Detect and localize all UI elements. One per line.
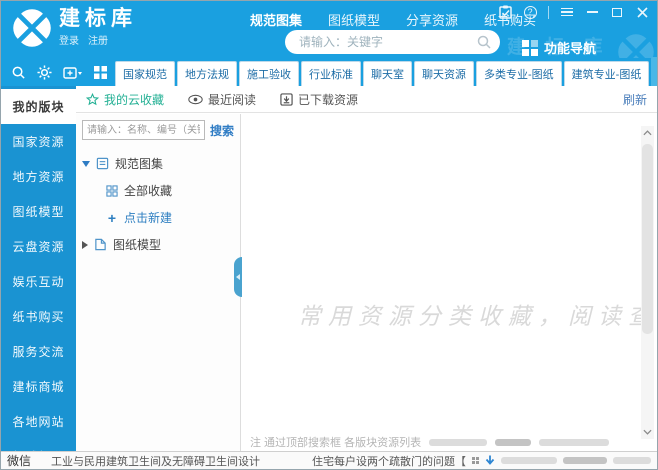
dots-grid-icon — [472, 457, 479, 464]
help-icon[interactable]: ? — [523, 5, 537, 19]
tree-node-drawing-models[interactable]: 图纸模型 — [82, 231, 234, 258]
scrollbar-thumb[interactable] — [642, 144, 653, 334]
app-window: 建标库 登录 注册 规范图集 图纸模型 分享资源 纸书购买 功能导航 — [0, 0, 658, 470]
register-link[interactable]: 注册 — [88, 32, 108, 47]
bracket-icon: 【 — [455, 455, 466, 468]
sidebar-item-local-resources[interactable]: 地方资源 — [1, 159, 76, 194]
function-nav-label: 功能导航 — [544, 41, 597, 56]
nav-share-resources[interactable]: 分享资源 — [406, 10, 458, 29]
search-tool-icon[interactable] — [11, 65, 26, 80]
tab-chat-room[interactable]: 聊天室 — [363, 61, 412, 86]
vertical-scrollbar[interactable] — [641, 126, 654, 439]
tab-grid-icon[interactable] — [94, 66, 107, 79]
content-canvas: 常用资源分类收藏，阅读查找更 注 通过顶部搜索框 各版块资源列表 — [242, 114, 657, 451]
logo-diamond-icon — [13, 8, 51, 47]
eye-icon — [188, 94, 203, 104]
tree-search-button[interactable]: 搜索 — [210, 122, 234, 139]
caret-down-icon[interactable] — [82, 160, 90, 167]
function-nav-button[interactable]: 功能导航 — [522, 38, 596, 57]
grid-icon — [522, 39, 538, 56]
tree-node-all-favorites[interactable]: 全部收藏 — [82, 177, 234, 204]
sidebar-item-national-resources[interactable]: 国家资源 — [1, 124, 76, 159]
sidebar-item-my-sections[interactable]: 我的版块 — [1, 89, 76, 124]
content-watermark-text: 常用资源分类收藏，阅读查找更 — [298, 304, 657, 329]
tab-local-regulations[interactable]: 地方法规 — [177, 61, 237, 86]
top-navigation: 规范图集 图纸模型 分享资源 纸书购买 — [250, 10, 536, 29]
tab-architecture-drawings[interactable]: 建筑专业-图纸 — [563, 61, 650, 86]
clipboard-icon[interactable] — [498, 5, 512, 19]
tab-multi-discipline-drawings[interactable]: 多类专业-图纸 — [476, 61, 562, 86]
scroll-up-icon[interactable] — [643, 126, 652, 140]
window-controls: ? — [498, 5, 649, 19]
add-tab-icon[interactable] — [63, 66, 83, 80]
statusbar-app-label[interactable]: 微信 — [7, 452, 51, 469]
global-search — [285, 30, 500, 54]
maximize-button[interactable] — [610, 5, 624, 19]
close-button[interactable] — [635, 5, 649, 19]
app-logo[interactable]: 建标库 登录 注册 — [13, 8, 137, 47]
nav-drawing-models[interactable]: 图纸模型 — [328, 10, 380, 29]
tab-manage-my-sections[interactable]: 管理我的版块 — [651, 57, 657, 86]
settings-gear-icon[interactable] — [37, 65, 52, 80]
sidebar-item-authoritative-standards[interactable]: 权威标准 — [1, 439, 76, 451]
download-arrow-icon[interactable] — [485, 455, 495, 467]
star-icon — [86, 92, 99, 105]
tab-industry-standards[interactable]: 行业标准 — [301, 61, 361, 86]
menu-icon[interactable] — [560, 5, 574, 19]
content-tabbar: 我的云收藏 最近阅读 已下载资源 刷新 — [76, 86, 657, 113]
app-title: 建标库 — [59, 7, 137, 30]
minimize-button[interactable] — [585, 5, 599, 19]
sidebar-item-entertainment[interactable]: 娱乐互动 — [1, 264, 76, 299]
sidebar-item-service-exchange[interactable]: 服务交流 — [1, 334, 76, 369]
favorites-tree: 规范图集 全部收藏 + 点击新建 图纸模型 — [82, 150, 234, 258]
download-icon — [280, 92, 293, 106]
tab-downloaded-resources[interactable]: 已下载资源 — [280, 91, 358, 108]
folder-book-icon — [96, 157, 109, 170]
refresh-button[interactable]: 刷新 — [623, 91, 647, 108]
tab-recently-read[interactable]: 最近阅读 — [188, 91, 256, 108]
scroll-down-icon[interactable] — [643, 425, 652, 439]
tab-chat-resources[interactable]: 聊天资源 — [414, 61, 474, 86]
sidebar-item-drawing-models[interactable]: 图纸模型 — [1, 194, 76, 229]
sidebar: 我的版块 国家资源 地方资源 图纸模型 云盘资源 娱乐互动 纸书购买 服务交流 … — [1, 86, 76, 451]
sidebar-item-book-purchase[interactable]: 纸书购买 — [1, 299, 76, 334]
background-peek-row: 注 通过顶部搜索框 各版块资源列表 — [250, 435, 635, 449]
sidebar-item-regional-sites[interactable]: 各地网站 — [1, 404, 76, 439]
grid-outline-icon — [106, 184, 118, 197]
tab-construction-acceptance[interactable]: 施工验收 — [239, 61, 299, 86]
plus-icon: + — [107, 209, 117, 226]
search-icon[interactable] — [476, 34, 492, 50]
statusbar-topic-1[interactable]: 工业与民用建筑卫生间及无障碍卫生间设计 — [51, 453, 260, 469]
panel-collapse-handle[interactable] — [234, 257, 242, 297]
caret-right-icon[interactable] — [82, 240, 88, 249]
controls-divider — [548, 5, 549, 19]
titlebar: 建标库 登录 注册 规范图集 图纸模型 分享资源 纸书购买 功能导航 — [1, 1, 657, 70]
tree-node-create-new[interactable]: + 点击新建 — [82, 204, 234, 231]
sidebar-item-jianbiao-mall[interactable]: 建标商城 — [1, 369, 76, 404]
tree-search-input[interactable] — [82, 120, 205, 140]
global-search-input[interactable] — [297, 34, 476, 50]
page-icon — [95, 238, 106, 251]
login-link[interactable]: 登录 — [59, 32, 79, 47]
sidebar-item-cloud-resources[interactable]: 云盘资源 — [1, 229, 76, 264]
main-area: 我的云收藏 最近阅读 已下载资源 刷新 请输入：名称、编号（关键字间空格 搜索 … — [76, 86, 657, 451]
nav-spec-atlas[interactable]: 规范图集 — [250, 10, 302, 29]
statusbar-topic-2[interactable]: 住宅每户设两个疏散门的问题 — [312, 453, 455, 469]
tree-node-spec-atlas[interactable]: 规范图集 — [82, 150, 234, 177]
tab-national-codes[interactable]: 国家规范 — [115, 61, 175, 86]
tab-my-cloud-favorites[interactable]: 我的云收藏 — [86, 91, 164, 108]
favorites-tree-panel: 搜索 规范图集 — [76, 114, 241, 451]
statusbar: 微信 工业与民用建筑卫生间及无障碍卫生间设计 住宅每户设两个疏散门的问题 【 — [1, 451, 657, 469]
module-tabbar: 国家规范 地方法规 施工验收 行业标准 聊天室 聊天资源 多类专业-图纸 建筑专… — [1, 57, 657, 86]
